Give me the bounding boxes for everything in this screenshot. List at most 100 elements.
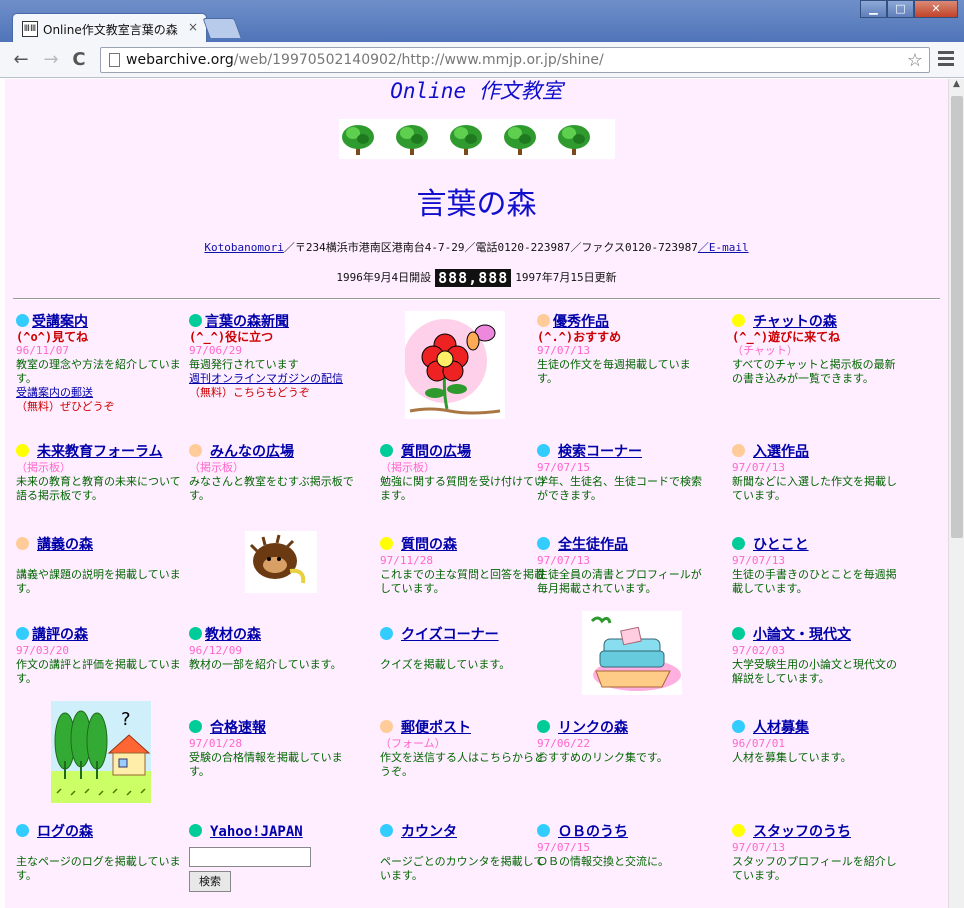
blue-dot-icon: [16, 824, 29, 837]
nyusen-link[interactable]: 入選作品: [753, 444, 809, 460]
grid-item-search: 検索コーナー 97/07/15 学年、生徒名、生徒コードで検索ができます。: [537, 443, 709, 503]
hiroba-link[interactable]: みんなの広場: [210, 444, 294, 460]
item-desc: 新聞などに入選した作文を掲載しています。: [732, 475, 897, 502]
email-link[interactable]: ／E-mail: [698, 241, 749, 254]
vertical-scrollbar[interactable]: ▲: [948, 79, 964, 908]
kougi-link[interactable]: 講義の森: [37, 537, 93, 553]
item-desc: 受験の合格情報を掲載しています。: [189, 751, 343, 778]
yahoo-search-input[interactable]: [189, 847, 311, 867]
jukou-mail-link[interactable]: 受講案内の郵送: [16, 386, 93, 399]
jukou-link[interactable]: 受講案内: [32, 314, 88, 330]
kotobanomori-link[interactable]: Kotobanomori: [204, 241, 283, 254]
item-date: 97/07/15: [537, 841, 590, 854]
item-desc: 生徒全員の清書とプロフィールが毎月掲載されています。: [537, 568, 702, 595]
minimize-button[interactable]: ▁: [860, 0, 887, 18]
archive-favicon-icon: ⅢⅢ: [22, 21, 38, 37]
link-mori-link[interactable]: リンクの森: [558, 720, 628, 736]
menu-icon[interactable]: [938, 51, 954, 67]
tab-title: Online作文教室言葉の森: [43, 23, 178, 37]
item-desc: 大学受験生用の小論文と現代文の解説をしています。: [732, 658, 897, 685]
shitsumon-hiroba-link[interactable]: 質問の広場: [401, 444, 471, 460]
ob-link[interactable]: ＯＢのうち: [558, 824, 628, 840]
scroll-thumb[interactable]: [951, 96, 963, 538]
grid-item-kouhyou: 講評の森 97/03/20 作文の講評と評価を掲載しています。: [16, 626, 188, 686]
green-dot-icon: [732, 537, 745, 550]
log-link[interactable]: ログの森: [37, 824, 93, 840]
item-desc: 人材を募集しています。: [732, 751, 852, 764]
address-bar[interactable]: webarchive.org/web/19970502140902/http:/…: [100, 47, 930, 73]
divider: [13, 298, 940, 300]
item-date: （掲示板）: [16, 461, 71, 474]
chat-link[interactable]: チャットの森: [753, 314, 837, 330]
opened-date: 1996年9月4日開設: [336, 271, 432, 284]
yahoo-search-button[interactable]: 検索: [189, 871, 231, 892]
counter-link[interactable]: カウンタ: [401, 824, 457, 840]
peach-dot-icon: [537, 314, 550, 327]
access-counter: 888,888: [435, 269, 512, 287]
item-desc: 毎週発行されています 週刊オンラインマガジンの配信 （無料）こちらもどうぞ: [189, 358, 343, 399]
blue-dot-icon: [537, 824, 550, 837]
post-link[interactable]: 郵便ポスト: [401, 720, 471, 736]
item-desc: 講義や課題の説明を掲載しています。: [16, 568, 181, 595]
forum-link[interactable]: 未来教育フォーラム: [37, 444, 163, 460]
item-date: （掲示板）: [189, 461, 244, 474]
item-date: 97/07/13: [732, 461, 785, 474]
browser-tab[interactable]: ⅢⅢ Online作文教室言葉の森 ×: [12, 13, 207, 42]
new-tab-button[interactable]: [202, 18, 242, 38]
zenseito-link[interactable]: 全生徒作品: [558, 537, 628, 553]
grid-item-forum: 未来教育フォーラム （掲示板） 未来の教育と教育の未来について語る掲示板です。: [16, 443, 188, 503]
grid-item-hitokoto: ひとこと 97/07/13 生徒の手書きのひとことを毎週掲載しています。: [732, 536, 904, 596]
item-date: 97/07/13: [732, 554, 785, 567]
item-date: 96/11/07: [16, 344, 69, 357]
window-controls: ▁ □ ✕: [860, 0, 958, 18]
kouhyou-link[interactable]: 講評の森: [32, 627, 88, 643]
tab-close-icon[interactable]: ×: [188, 20, 198, 34]
quiz-link[interactable]: クイズコーナー: [401, 627, 499, 643]
blue-dot-icon: [16, 627, 29, 640]
back-button[interactable]: ←: [10, 49, 32, 71]
url-text[interactable]: webarchive.org/web/19970502140902/http:/…: [126, 52, 604, 68]
yahoo-link[interactable]: Yahoo!JAPAN: [210, 824, 303, 840]
blue-dot-icon: [537, 537, 550, 550]
house-trees-image: ?: [51, 701, 151, 803]
reload-button[interactable]: C: [68, 49, 90, 71]
peach-dot-icon: [189, 444, 202, 457]
shouronbun-link[interactable]: 小論文・現代文: [753, 627, 851, 643]
kyouzai-link[interactable]: 教材の森: [205, 627, 261, 643]
address-text: ／〒234横浜市港南区港南台4-7-29／電話0120-223987／ファクス0…: [283, 241, 698, 254]
yellow-dot-icon: [380, 537, 393, 550]
magazine-link[interactable]: 週刊オンラインマガジンの配信: [189, 372, 343, 385]
grid-item-ob: ＯＢのうち 97/07/15 ＯＢの情報交換と交流に。: [537, 823, 709, 869]
grid-item-jinzai: 人材募集 96/07/01 人材を募集しています。: [732, 719, 904, 765]
date-line: 1996年9月4日開設 888,888 1997年7月15日更新: [5, 269, 948, 287]
shinbun-link[interactable]: 言葉の森新聞: [205, 314, 289, 330]
forward-button[interactable]: →: [40, 49, 62, 71]
hitokoto-link[interactable]: ひとこと: [753, 537, 809, 553]
search-corner-link[interactable]: 検索コーナー: [558, 444, 642, 460]
hedgehog-image: [245, 531, 317, 593]
scroll-up-icon[interactable]: ▲: [949, 79, 964, 95]
item-desc: クイズを掲載しています。: [380, 658, 511, 671]
blue-dot-icon: [537, 444, 550, 457]
item-desc: みなさんと教室をむすぶ掲示板です。: [189, 475, 354, 502]
staff-link[interactable]: スタッフのうち: [753, 824, 851, 840]
goukaku-link[interactable]: 合格速報: [210, 720, 266, 736]
flower-butterfly-image: [405, 311, 505, 419]
maximize-button[interactable]: □: [887, 0, 914, 18]
item-desc: おすすめのリンク集です。: [537, 751, 668, 764]
close-window-button[interactable]: ✕: [914, 0, 958, 18]
jinzai-link[interactable]: 人材募集: [753, 720, 809, 736]
yuushuu-link[interactable]: 優秀作品: [553, 314, 609, 330]
item-desc: 教材の一部を紹介しています。: [189, 658, 342, 671]
grid-item-kougi: 講義の森 講義や課題の説明を掲載しています。: [16, 536, 188, 596]
grid-item-shitsumon-mori: 質問の森 97/11/28 これまでの主な質問と回答を掲載しています。: [380, 536, 552, 596]
grid-item-kyouzai: 教材の森 96/12/09 教材の一部を紹介しています。: [189, 626, 361, 672]
item-date: （チャット）: [732, 344, 798, 357]
updated-date: 1997年7月15日更新: [515, 271, 617, 284]
bookmark-star-icon[interactable]: ☆: [907, 50, 923, 71]
blue-dot-icon: [380, 627, 393, 640]
shitsumon-mori-link[interactable]: 質問の森: [401, 537, 457, 553]
grid-item-log: ログの森 主なページのログを掲載しています。: [16, 823, 188, 883]
item-desc: 勉強に関する質問を受け付けています。: [380, 475, 545, 502]
blue-dot-icon: [732, 720, 745, 733]
